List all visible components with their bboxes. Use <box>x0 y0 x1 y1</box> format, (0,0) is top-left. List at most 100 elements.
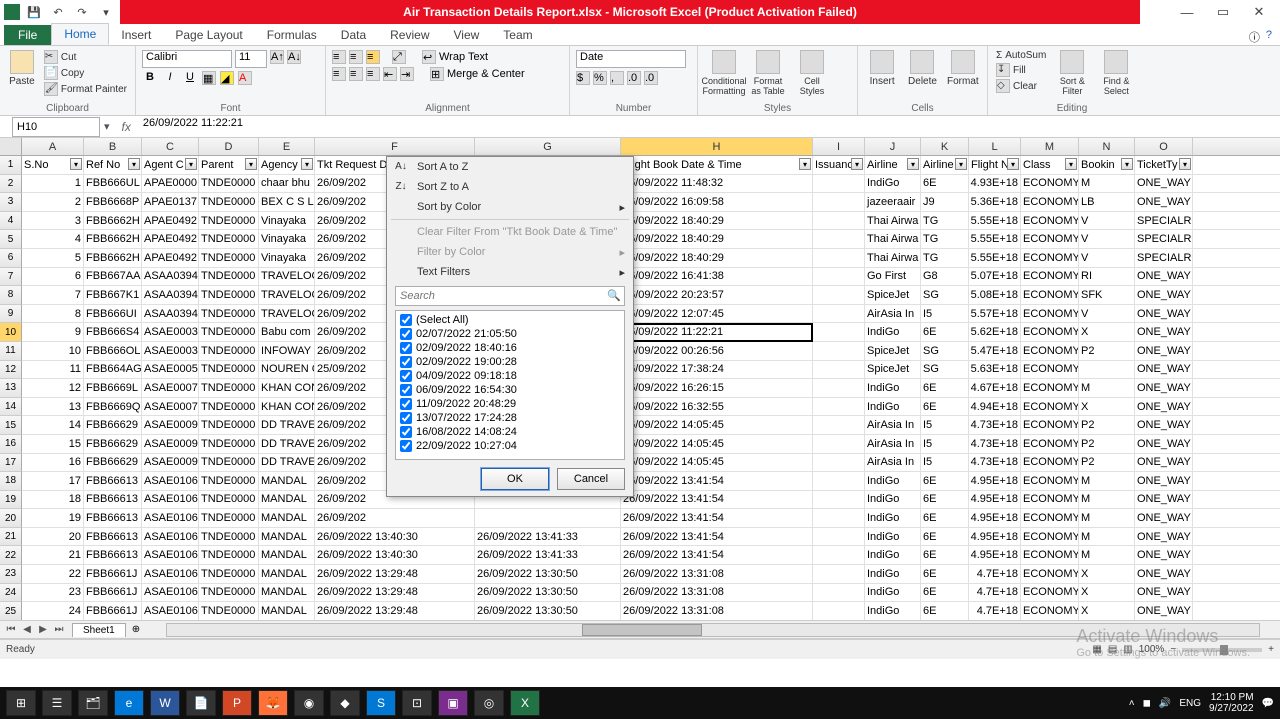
cell[interactable]: I5 <box>921 305 969 323</box>
cell[interactable] <box>813 528 865 546</box>
cell[interactable]: ASAA0394 <box>142 286 199 304</box>
cell[interactable]: 26/09/2022 13:41:54 <box>621 546 813 564</box>
cell-styles-button[interactable]: Cell Styles <box>792 50 832 96</box>
cell[interactable]: P2 <box>1079 454 1135 472</box>
cell[interactable]: SG <box>921 286 969 304</box>
cell[interactable]: TNDE0000 <box>199 193 259 211</box>
row-header-25[interactable]: 25 <box>0 602 22 621</box>
cell[interactable]: ONE_WAY <box>1135 509 1193 527</box>
cell[interactable] <box>813 546 865 564</box>
edge-icon[interactable]: e <box>114 690 144 716</box>
delete-cells-button[interactable]: Delete <box>904 50 940 87</box>
fx-icon[interactable]: fx <box>114 120 139 134</box>
cell[interactable]: ASAE0106 <box>142 602 199 620</box>
filter-checkbox-item[interactable]: 16/08/2022 14:08:24 <box>398 425 622 439</box>
cell[interactable]: ECONOMY <box>1021 454 1079 472</box>
cell[interactable]: IndiGo <box>865 472 921 490</box>
cell[interactable] <box>1079 361 1135 379</box>
cell[interactable]: 5.55E+18 <box>969 249 1021 267</box>
col-header-L[interactable]: L <box>969 138 1021 155</box>
cell[interactable]: 6E <box>921 546 969 564</box>
cell[interactable]: ONE_WAY <box>1135 193 1193 211</box>
indent-increase-icon[interactable]: ⇥ <box>400 67 414 81</box>
cell[interactable]: APAE0137 <box>142 193 199 211</box>
cell[interactable]: MANDAL <box>259 491 315 509</box>
row-header-24[interactable]: 24 <box>0 584 22 603</box>
cell[interactable]: ECONOMY <box>1021 175 1079 193</box>
tab-review[interactable]: Review <box>378 25 441 45</box>
cell[interactable]: FBB664AG <box>84 361 142 379</box>
cell[interactable]: Vinayaka <box>259 212 315 230</box>
cell[interactable]: FBB6669L <box>84 379 142 397</box>
align-center-icon[interactable]: ≡ <box>349 67 363 81</box>
cell[interactable]: X <box>1079 565 1135 583</box>
cell[interactable]: 6E <box>921 602 969 620</box>
cell[interactable] <box>813 175 865 193</box>
cell[interactable]: MANDAL <box>259 509 315 527</box>
cell[interactable]: 8 <box>22 305 84 323</box>
cell[interactable]: 4.67E+18 <box>969 379 1021 397</box>
decrease-decimal-icon[interactable]: .0 <box>644 71 658 85</box>
filter-checkbox[interactable] <box>400 440 412 452</box>
start-button[interactable]: ⊞ <box>6 690 36 716</box>
cell[interactable]: P2 <box>1079 416 1135 434</box>
cell[interactable]: AirAsia In <box>865 305 921 323</box>
row-header-12[interactable]: 12 <box>0 361 22 380</box>
header-cell[interactable]: TicketTy▾ <box>1135 156 1193 174</box>
cell[interactable]: TNDE0000 <box>199 435 259 453</box>
cell[interactable]: AirAsia In <box>865 435 921 453</box>
cell[interactable]: 26/09/2022 00:26:56 <box>621 342 813 360</box>
font-size-select[interactable]: 11 <box>235 50 267 68</box>
cell[interactable]: ECONOMY <box>1021 565 1079 583</box>
view-break-icon[interactable]: ▥ <box>1123 644 1132 655</box>
cell[interactable]: 26/09/2022 13:31:08 <box>621 565 813 583</box>
cell[interactable]: ONE_WAY <box>1135 305 1193 323</box>
formula-input[interactable]: 26/09/2022 11:22:21 <box>139 117 1280 137</box>
cell[interactable]: Go First <box>865 268 921 286</box>
cell[interactable]: TRAVELOC <box>259 268 315 286</box>
col-header-G[interactable]: G <box>475 138 621 155</box>
cell[interactable]: ECONOMY <box>1021 286 1079 304</box>
cell[interactable]: ASAE0106 <box>142 509 199 527</box>
cell[interactable]: 26/09/2022 13:29:48 <box>315 602 475 620</box>
filter-dropdown-icon[interactable]: ▾ <box>1065 158 1077 170</box>
cell[interactable]: ECONOMY <box>1021 584 1079 602</box>
row-header-15[interactable]: 15 <box>0 416 22 435</box>
cell[interactable]: ASAE0106 <box>142 584 199 602</box>
cell[interactable]: MANDAL <box>259 565 315 583</box>
cell[interactable]: ECONOMY <box>1021 416 1079 434</box>
font-color-icon[interactable]: A <box>238 71 252 85</box>
name-box-dropdown-icon[interactable]: ▾ <box>100 120 114 133</box>
save-icon[interactable]: 💾 <box>24 3 44 21</box>
cell[interactable]: LB <box>1079 193 1135 211</box>
cell[interactable]: MANDAL <box>259 546 315 564</box>
cell[interactable]: FBB6662H <box>84 212 142 230</box>
cell[interactable]: Babu com <box>259 323 315 341</box>
cell[interactable]: TNDE0000 <box>199 584 259 602</box>
cell[interactable]: SpiceJet <box>865 342 921 360</box>
filter-dropdown-icon[interactable]: ▾ <box>1179 158 1191 170</box>
cell[interactable]: 15 <box>22 435 84 453</box>
zoom-in-icon[interactable]: + <box>1268 644 1274 655</box>
cell[interactable]: 5.57E+18 <box>969 305 1021 323</box>
align-right-icon[interactable]: ≡ <box>366 67 380 81</box>
cell[interactable]: 6E <box>921 491 969 509</box>
filter-checkbox[interactable] <box>400 370 412 382</box>
conditional-formatting-button[interactable]: Conditional Formatting <box>704 50 744 96</box>
cell[interactable]: M <box>1079 546 1135 564</box>
cell[interactable] <box>813 268 865 286</box>
cell[interactable]: 4 <box>22 230 84 248</box>
cell[interactable]: FBB666UI <box>84 305 142 323</box>
increase-font-icon[interactable]: A↑ <box>270 50 284 64</box>
new-sheet-icon[interactable]: ⊕ <box>126 624 146 635</box>
sheet-nav-first-icon[interactable]: ⏮ <box>4 624 18 635</box>
cell[interactable]: ASAE0009 <box>142 416 199 434</box>
filter-dropdown-icon[interactable]: ▾ <box>245 158 257 170</box>
cell[interactable] <box>813 565 865 583</box>
cell[interactable]: V <box>1079 230 1135 248</box>
cell[interactable]: 4.73E+18 <box>969 416 1021 434</box>
cell[interactable]: APAE0492 <box>142 249 199 267</box>
cell[interactable]: IndiGo <box>865 323 921 341</box>
cell[interactable]: M <box>1079 491 1135 509</box>
clear-button[interactable]: ◇Clear <box>994 79 1048 93</box>
